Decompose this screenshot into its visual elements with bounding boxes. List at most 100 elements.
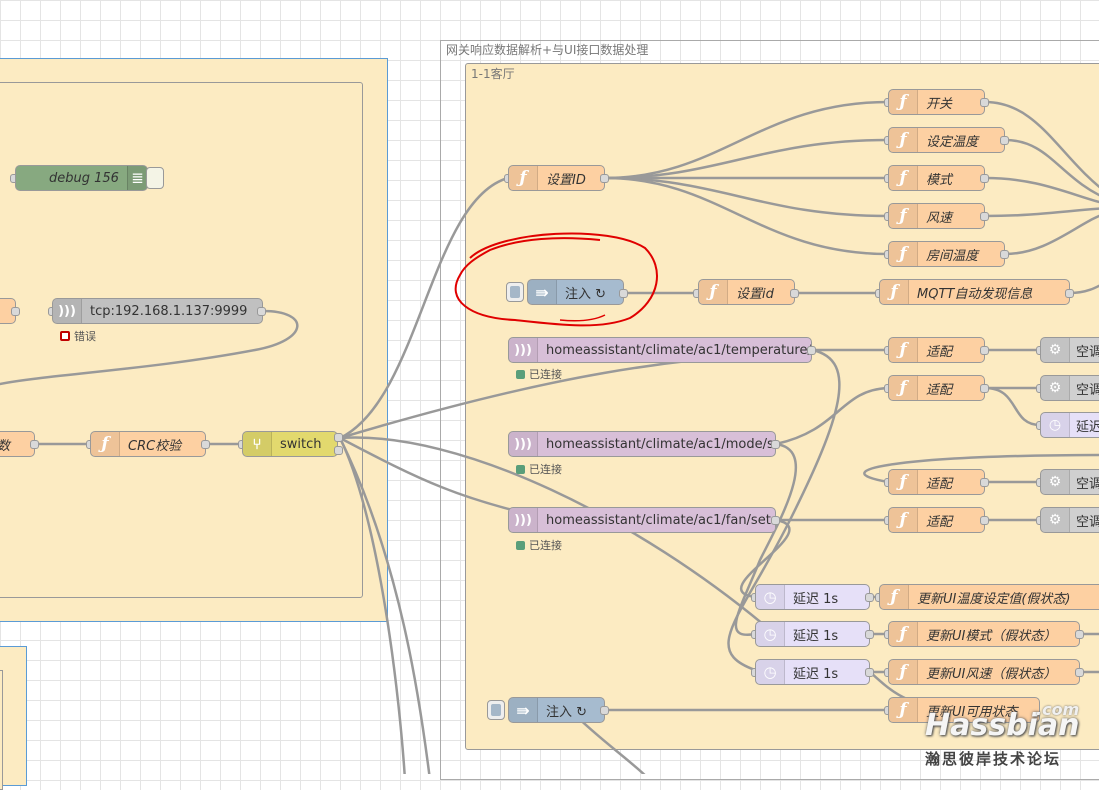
mqtt-wave-icon: ))) (509, 508, 538, 532)
service-icon: ⚙ (1041, 338, 1070, 362)
port[interactable] (980, 516, 989, 525)
aircon-node-3[interactable]: ⚙ 空调 (1040, 469, 1099, 495)
mqtt-wave-icon: ))) (509, 432, 538, 456)
port[interactable] (1075, 668, 1084, 677)
update-mode-function-node[interactable]: ƒ 更新UI模式（假状态） (888, 621, 1080, 647)
port[interactable] (790, 289, 799, 298)
aircon-node-1[interactable]: ⚙ 空调 (1040, 337, 1099, 363)
function-icon: ƒ (889, 508, 918, 532)
mqtt-fan-label: homeassistant/climate/ac1/fan/set (546, 512, 771, 528)
tcp-icon: ))) (53, 299, 82, 323)
port[interactable] (865, 593, 874, 602)
function-icon: ƒ (889, 622, 918, 646)
delay-node-partial[interactable]: ◷ 延迟 (1040, 412, 1099, 438)
switch-function-node[interactable]: ƒ 开关 (888, 89, 985, 115)
switch-node[interactable]: ⑂ switch (242, 431, 338, 457)
aircon-node-4[interactable]: ⚙ 空调 (1040, 507, 1099, 533)
port[interactable] (980, 346, 989, 355)
adapt-function-node-3[interactable]: ƒ 适配 (888, 469, 985, 495)
connected-status-icon (516, 464, 525, 474)
port[interactable] (807, 346, 816, 355)
function-icon: ƒ (889, 128, 918, 152)
function-icon: ƒ (889, 204, 918, 228)
mqtt-discovery-function-node[interactable]: ƒ MQTT自动发现信息 (879, 279, 1070, 305)
set-temp-function-node[interactable]: ƒ 设定温度 (888, 127, 1005, 153)
update-temp-function-node[interactable]: ƒ 更新UI温度设定值(假状态) (879, 584, 1099, 610)
mqtt-in-fan-node[interactable]: ))) homeassistant/climate/ac1/fan/set (508, 507, 776, 533)
aircon-node-2[interactable]: ⚙ 空调 (1040, 375, 1099, 401)
switch-node-label: switch (280, 436, 322, 452)
connected-status-icon (516, 540, 525, 550)
inject-node-label: 注入 ↻ (565, 286, 607, 302)
port[interactable] (334, 446, 343, 455)
function-icon: ƒ (880, 585, 909, 609)
port[interactable] (980, 478, 989, 487)
mqtt-mode-status-text: 已连接 (529, 463, 562, 476)
port[interactable] (600, 174, 609, 183)
port[interactable] (980, 384, 989, 393)
function-icon: ƒ (699, 280, 728, 304)
port[interactable] (1075, 630, 1084, 639)
inject-arrow-icon: ⇛ (528, 280, 557, 304)
port[interactable] (334, 433, 343, 442)
delay-1s-node-2[interactable]: ◷ 延迟 1s (755, 621, 870, 647)
error-status-icon (60, 331, 70, 341)
port[interactable] (201, 440, 210, 449)
port[interactable] (980, 212, 989, 221)
debug-toggle-button[interactable] (146, 167, 164, 189)
port[interactable] (980, 174, 989, 183)
function-icon: ƒ (889, 698, 918, 722)
inject-arrow-icon: ⇛ (509, 698, 538, 722)
delay-1s-node-1[interactable]: ◷ 延迟 1s (755, 584, 870, 610)
inject-bottom-node[interactable]: ⇛ 注入 ↻ (508, 697, 605, 723)
crc-function-node[interactable]: ƒ CRC校验 (90, 431, 206, 457)
port[interactable] (771, 440, 780, 449)
update-fan-function-node[interactable]: ƒ 更新UI风速（假状态） (888, 659, 1080, 685)
function-icon: ƒ (509, 166, 538, 190)
clock-icon: ◷ (756, 585, 785, 609)
set-id2-function-node[interactable]: ƒ 设置id (698, 279, 795, 305)
mode-function-node[interactable]: ƒ 模式 (888, 165, 985, 191)
port[interactable] (600, 706, 609, 715)
mqtt-in-mode-node[interactable]: ))) homeassistant/climate/ac1/mode/set (508, 431, 776, 457)
inject-bottom-trigger-button[interactable] (487, 700, 505, 720)
switch-func-label: 开关 (926, 96, 953, 112)
function-icon: ƒ (889, 376, 918, 400)
tcp-request-node[interactable]: ))) tcp:192.168.1.137:9999 (52, 298, 263, 324)
inject-node[interactable]: ⇛ 注入 ↻ (527, 279, 624, 305)
port[interactable] (980, 98, 989, 107)
adapt-function-node-4[interactable]: ƒ 适配 (888, 507, 985, 533)
port[interactable] (619, 289, 628, 298)
function-icon: ƒ (91, 432, 120, 456)
port[interactable] (30, 440, 39, 449)
port[interactable] (1065, 289, 1074, 298)
port[interactable] (865, 668, 874, 677)
adapt-label: 适配 (926, 514, 953, 530)
inject-trigger-button[interactable] (506, 282, 524, 302)
port[interactable] (1000, 250, 1009, 259)
service-icon: ⚙ (1041, 508, 1070, 532)
delay-1s-label: 延迟 1s (793, 591, 839, 607)
debug-node[interactable]: debug 156 ≣ (15, 165, 148, 191)
adapt-function-node-2[interactable]: ƒ 适配 (888, 375, 985, 401)
red-annotation-tail (559, 314, 606, 322)
adapt-label: 适配 (926, 382, 953, 398)
port[interactable] (257, 307, 266, 316)
wire (1004, 214, 1099, 256)
port[interactable] (771, 516, 780, 525)
update-mode-label: 更新UI模式（假状态） (926, 628, 1057, 644)
adapt-function-node-1[interactable]: ƒ 适配 (888, 337, 985, 363)
set-id-function-node[interactable]: ƒ 设置ID (508, 165, 605, 191)
delay-1s-node-3[interactable]: ◷ 延迟 1s (755, 659, 870, 685)
room-temp-function-node[interactable]: ƒ 房间温度 (888, 241, 1005, 267)
mode-func-label: 模式 (926, 172, 953, 188)
mqtt-in-temperature-node[interactable]: ))) homeassistant/climate/ac1/temperatur… (508, 337, 812, 363)
port[interactable] (1000, 136, 1009, 145)
tcp-status: 错误 (60, 328, 96, 344)
port[interactable] (11, 307, 20, 316)
port[interactable] (865, 630, 874, 639)
wire (984, 176, 1099, 204)
function-icon: ƒ (880, 280, 909, 304)
fan-function-node[interactable]: ƒ 风速 (888, 203, 985, 229)
mqtt-temp-status: 已连接 (516, 366, 562, 382)
